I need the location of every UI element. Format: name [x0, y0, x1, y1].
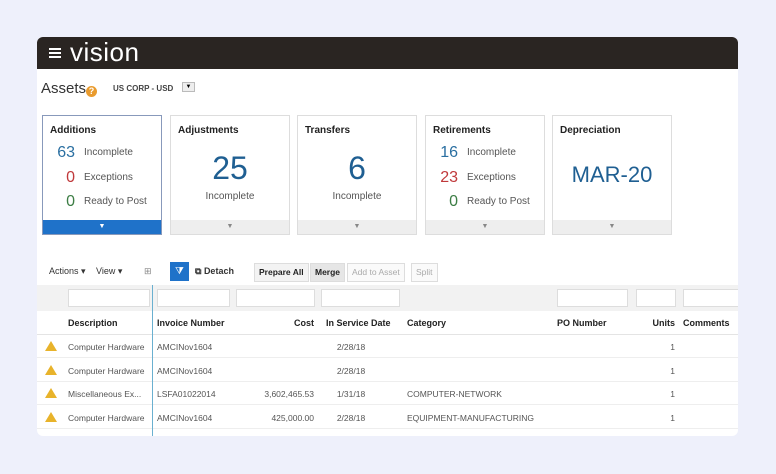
filter-input[interactable]	[68, 289, 150, 307]
detach-button[interactable]: ⧉ Detach	[195, 266, 234, 277]
table-cell: AMCINov1604	[157, 342, 213, 352]
warning-icon	[45, 388, 57, 398]
table-cell: 1	[670, 342, 675, 352]
ledger-label: US CORP - USD	[113, 84, 174, 93]
card-transfers[interactable]: Transfers 6 Incomplete ▼	[297, 115, 417, 235]
app-window: vision Assets ? US CORP - USD ▼ Addition…	[37, 37, 738, 436]
card-depreciation[interactable]: Depreciation MAR-20 ▼	[552, 115, 672, 235]
count[interactable]: 6	[298, 150, 416, 187]
filter-input[interactable]	[683, 289, 738, 307]
ledger-dropdown[interactable]: ▼	[182, 82, 195, 92]
chevron-down-icon[interactable]: ▼	[426, 220, 544, 234]
table-row[interactable]: Computer Hardware AMCINov1604 2/28/18 1	[37, 359, 738, 382]
warning-icon	[45, 341, 57, 351]
table-cell: 2/28/18	[336, 342, 366, 352]
table-cell: Miscellaneous Ex...	[68, 389, 142, 399]
menu-icon[interactable]	[49, 48, 61, 58]
filter-input[interactable]	[636, 289, 676, 307]
filter-input[interactable]	[557, 289, 628, 307]
prepare-all-button[interactable]: Prepare All	[254, 263, 309, 282]
filter-input[interactable]	[321, 289, 400, 307]
filter-input[interactable]	[236, 289, 315, 307]
chevron-down-icon[interactable]: ▼	[553, 220, 671, 234]
table-cell: 1	[670, 365, 675, 376]
table-cell: Computer Hardware	[68, 412, 145, 423]
warning-icon	[45, 364, 57, 375]
card-retirements[interactable]: Retirements 16 Incomplete 23 Exceptions 0R…	[425, 115, 545, 235]
view-menu[interactable]: View ▾	[96, 266, 122, 277]
count[interactable]: 0	[426, 193, 458, 211]
help-icon[interactable]: ?	[86, 86, 97, 97]
chevron-down-icon[interactable]: ▼	[298, 220, 416, 234]
table-row[interactable]: Computer Hardware AMCINov1604 2/28/18 1	[37, 335, 738, 358]
logo: vision	[70, 37, 140, 67]
count[interactable]: 25	[171, 150, 289, 187]
merge-button[interactable]: Merge	[310, 263, 346, 282]
table-row[interactable]: Computer Hardware AMCINov1604 425,000.00 2/…	[37, 406, 738, 429]
card-title: Adjustments	[178, 125, 239, 136]
table-cell: 425,000.00	[271, 412, 314, 423]
filter-input[interactable]	[157, 289, 230, 307]
chevron-down-icon[interactable]: ▼	[171, 220, 289, 234]
table-cell: LSFA01022014	[157, 389, 216, 399]
warning-icon	[45, 411, 57, 422]
count[interactable]: 0	[43, 193, 75, 211]
add-to-asset-button[interactable]: Add to Asset	[347, 263, 405, 282]
period[interactable]: MAR-20	[553, 162, 671, 188]
label: Exceptions	[467, 172, 516, 183]
col-header[interactable]: Cost	[267, 318, 314, 328]
table-cell: AMCINov1604	[157, 365, 213, 376]
label: Incomplete	[467, 147, 516, 158]
chevron-down-icon[interactable]: ▼	[43, 220, 161, 234]
label: Incomplete	[332, 191, 382, 202]
card-title: Transfers	[305, 125, 351, 136]
col-header[interactable]: Description	[68, 318, 118, 328]
col-header[interactable]: Invoice Number	[157, 318, 225, 328]
table-cell: 1	[670, 412, 675, 423]
app-header: vision	[37, 37, 738, 69]
frozen-column-divider	[152, 285, 153, 436]
freeze-icon[interactable]: ⊞	[144, 266, 152, 277]
label: Incomplete	[84, 147, 133, 158]
col-header[interactable]: Units	[637, 318, 676, 328]
table-row[interactable]: Miscellaneous Ex... LSFA01022014 3,602,465…	[37, 382, 738, 405]
count[interactable]: 0	[43, 169, 75, 187]
label: Exceptions	[84, 172, 133, 183]
card-title: Depreciation	[560, 125, 621, 136]
count[interactable]: 63	[43, 144, 75, 162]
table-cell: AMCINov1604	[157, 412, 213, 423]
col-header[interactable]: PO Number	[557, 318, 607, 328]
card-title: Additions	[50, 125, 97, 136]
label: Ready to Post	[84, 196, 147, 207]
table-cell: 3,602,465.53	[264, 389, 314, 399]
label: Ready to Post	[467, 196, 530, 207]
col-header[interactable]: In Service Date	[326, 318, 391, 328]
col-header[interactable]: Comments	[683, 318, 730, 328]
table-cell: 1	[670, 389, 675, 399]
split-button[interactable]: Split	[411, 263, 438, 282]
filter-row	[37, 285, 738, 311]
label: Incomplete	[205, 191, 255, 202]
count[interactable]: 16	[426, 144, 458, 162]
table-cell: 1/31/18	[336, 389, 366, 399]
table-cell: Computer Hardware	[68, 365, 145, 376]
col-header[interactable]: Category	[407, 318, 446, 328]
card-title: Retirements	[433, 125, 491, 136]
card-additions[interactable]: Additions 63 Incomplete 0 Exceptions 0 Read…	[42, 115, 162, 235]
actions-menu[interactable]: Actions ▾	[49, 266, 86, 277]
card-adjustments[interactable]: Adjustments 25 Incomplete ▼	[170, 115, 290, 235]
table-cell: 2/28/18	[336, 412, 366, 423]
filter-icon[interactable]: ⧩	[170, 262, 189, 281]
table-cell: Computer Hardware	[68, 342, 145, 352]
table-cell: 2/28/18	[336, 365, 366, 376]
table-cell: EQUIPMENT-MANUFACTURING	[407, 412, 535, 423]
count[interactable]: 23	[426, 169, 458, 187]
table-cell: COMPUTER-NETWORK	[407, 389, 502, 399]
page-title: Assets	[41, 80, 87, 97]
